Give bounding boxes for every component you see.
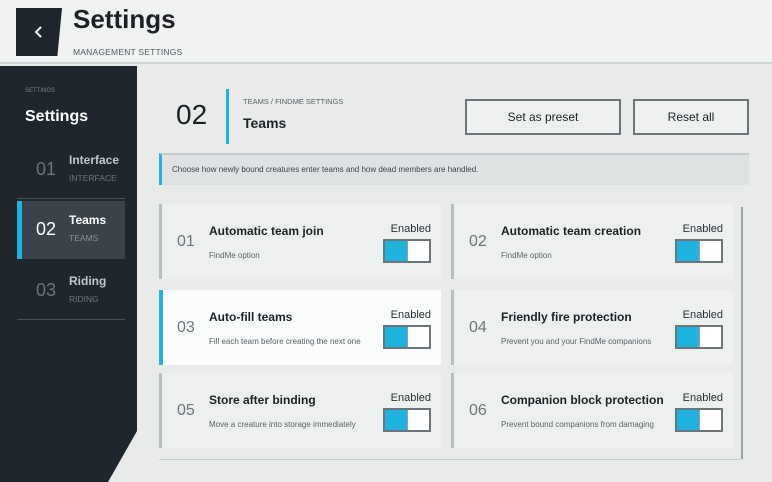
option-description: Prevent you and your FindMe companions <box>501 337 652 346</box>
divider <box>159 459 741 460</box>
option-card-auto-fill-teams[interactable]: 03 Auto-fill teams Fill each team before… <box>159 290 441 365</box>
toggle-on-fill <box>677 410 701 430</box>
companion-block-protection-toggle[interactable] <box>675 408 723 432</box>
option-state-label: Enabled <box>390 309 431 321</box>
sidebar: SETTINGS Settings 01 Interface INTERFACE… <box>0 66 137 482</box>
toggle-on-fill <box>385 327 409 347</box>
option-card-friendly-fire-protection[interactable]: 04 Friendly fire protection Prevent you … <box>451 290 733 365</box>
chevron-left-icon <box>34 26 42 38</box>
page-title: Settings <box>73 4 176 34</box>
option-number: 03 <box>177 319 195 336</box>
store-after-binding-toggle[interactable] <box>383 408 431 432</box>
option-title: Companion block protection <box>501 393 664 407</box>
sidebar-small-label: SETTINGS <box>25 88 56 94</box>
section-accent-bar <box>226 89 229 144</box>
sidebar-item-riding[interactable]: 03 Riding RIDING <box>17 262 125 320</box>
option-title: Automatic team join <box>209 224 324 238</box>
sidebar-item-label: Teams <box>69 213 107 227</box>
option-number: 02 <box>469 233 487 250</box>
page-subtitle: MANAGEMENT SETTINGS <box>73 47 183 57</box>
sidebar-item-interface[interactable]: 01 Interface INTERFACE <box>17 141 125 199</box>
option-state-label: Enabled <box>682 309 723 321</box>
option-description: Fill each team before creating the next … <box>209 337 361 346</box>
option-title: Automatic team creation <box>501 224 642 238</box>
option-title: Friendly fire protection <box>501 310 632 324</box>
toggle-on-fill <box>677 241 701 261</box>
sidebar-item-sublabel: TEAMS <box>69 233 99 243</box>
toggle-on-fill <box>677 327 701 347</box>
option-number: 05 <box>177 402 195 419</box>
option-state-label: Enabled <box>682 223 723 235</box>
toggle-knob <box>407 241 429 261</box>
option-state-label: Enabled <box>390 223 431 235</box>
option-description: Prevent bound companions from damaging <box>501 420 654 429</box>
friendly-fire-protection-toggle[interactable] <box>675 325 723 349</box>
option-card-automatic-team-creation[interactable]: 02 Automatic team creation FindMe option… <box>451 204 733 279</box>
sidebar-item-number: 01 <box>36 159 57 179</box>
option-title: Auto-fill teams <box>209 310 293 324</box>
toggle-on-fill <box>385 410 409 430</box>
option-state-label: Enabled <box>390 392 431 404</box>
option-description: Move a creature into storage immediately <box>209 420 356 429</box>
sidebar-item-sublabel: INTERFACE <box>69 173 117 183</box>
toggle-on-fill <box>385 241 409 261</box>
toggle-knob <box>407 410 429 430</box>
option-card-automatic-team-join[interactable]: 01 Automatic team join FindMe option Ena… <box>159 204 441 279</box>
toggle-knob <box>699 241 721 261</box>
sidebar-item-label: Riding <box>69 274 107 288</box>
option-card-store-after-binding[interactable]: 05 Store after binding Move a creature i… <box>159 373 441 448</box>
sidebar-title: Settings <box>25 108 89 125</box>
option-number: 06 <box>469 402 487 419</box>
divider <box>17 319 125 320</box>
sidebar-item-number: 03 <box>36 280 57 300</box>
option-description: FindMe option <box>501 251 552 260</box>
option-number: 04 <box>469 319 487 336</box>
toggle-knob <box>699 327 721 347</box>
back-button[interactable] <box>16 8 62 56</box>
section-description: Choose how newly bound creatures enter t… <box>159 153 749 185</box>
option-number: 01 <box>177 233 195 250</box>
section-breadcrumb: TEAMS / FINDME SETTINGS <box>243 97 344 106</box>
section-number: 02 <box>176 99 208 130</box>
top-header: Settings MANAGEMENT SETTINGS <box>0 0 772 64</box>
sidebar-item-teams[interactable]: 02 Teams TEAMS <box>17 201 125 259</box>
option-card-companion-block-protection[interactable]: 06 Companion block protection Prevent bo… <box>451 373 733 448</box>
option-title: Store after binding <box>209 393 316 407</box>
reset-all-button[interactable]: Reset all <box>633 99 749 135</box>
toggle-knob <box>699 410 721 430</box>
sidebar-item-number: 02 <box>36 219 57 239</box>
sidebar-item-sublabel: RIDING <box>69 294 99 304</box>
options-scrollbar[interactable] <box>741 207 743 459</box>
automatic-team-join-toggle[interactable] <box>383 239 431 263</box>
toggle-knob <box>407 327 429 347</box>
options-grid: 01 Automatic team join FindMe option Ena… <box>159 204 749 460</box>
section-title: Teams <box>243 115 287 131</box>
option-description: FindMe option <box>209 251 260 260</box>
auto-fill-teams-toggle[interactable] <box>383 325 431 349</box>
set-as-preset-button[interactable]: Set as preset <box>465 99 621 135</box>
option-state-label: Enabled <box>682 392 723 404</box>
sidebar-item-label: Interface <box>69 153 120 167</box>
automatic-team-creation-toggle[interactable] <box>675 239 723 263</box>
divider <box>17 198 125 199</box>
